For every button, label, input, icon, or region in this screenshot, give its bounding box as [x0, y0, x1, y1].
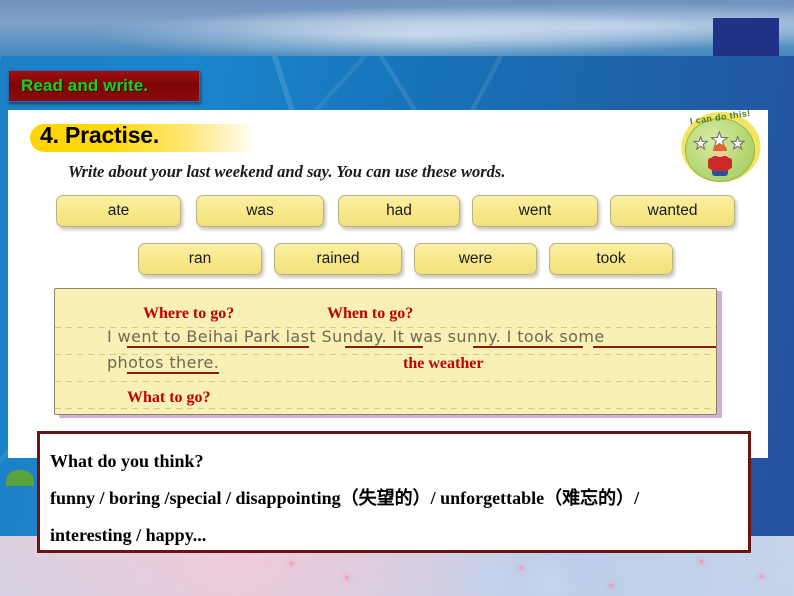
word-chip-label: rained [316, 250, 360, 267]
word-chip-label: ate [107, 202, 130, 219]
underline-where [127, 346, 309, 348]
annotation-where: Where to go? [143, 305, 235, 322]
word-chip-label: took [596, 250, 626, 267]
underline-when [345, 346, 423, 348]
underline-weather [473, 346, 583, 348]
star-icon: ★ [692, 134, 709, 154]
grass-decoration [6, 470, 34, 486]
content-panel: 4. Practise. Write about your last weeke… [8, 108, 768, 458]
sparkle [345, 576, 348, 579]
handwriting-line-1: I went to Beihai Park last Sunday. It wa… [107, 327, 605, 346]
slide-canvas: Read and write. 4. Practise. Write about… [0, 0, 794, 596]
instruction-text: Write about your last weekend and say. Y… [68, 162, 506, 181]
section-heading: 4. Practise. [40, 122, 160, 148]
word-chip-label: had [386, 202, 412, 219]
think-box-adjectives-continued: interesting / happy... [50, 525, 207, 545]
word-chip[interactable]: were [414, 243, 537, 275]
sparkle [290, 562, 293, 565]
word-chip[interactable]: went [472, 195, 598, 227]
student-figure-icon [708, 144, 732, 176]
navy-accent-block [713, 18, 779, 56]
sparkle [610, 584, 613, 587]
word-chip[interactable]: ate [56, 195, 181, 227]
sparkle [700, 560, 703, 563]
sparkle [760, 575, 763, 578]
think-box-adjectives: funny / boring /special / disappointing（… [50, 488, 640, 508]
word-chip-label: went [518, 202, 552, 219]
sparkle [520, 566, 523, 569]
annotation-when: When to go? [327, 305, 414, 322]
writing-sample-notepad: Where to go? When to go? I went to Beiha… [54, 288, 717, 415]
word-chip[interactable]: wanted [610, 195, 735, 227]
i-can-do-this-badge: I can do this! ★ ★ ★ [673, 106, 769, 186]
word-chip[interactable]: had [338, 195, 460, 227]
word-chip-label: wanted [647, 202, 698, 219]
annotation-what: What to go? [127, 389, 211, 406]
star-icon: ★ [729, 134, 746, 154]
read-and-write-tab[interactable]: Read and write. [8, 70, 200, 102]
annotation-weather: the weather [403, 355, 484, 372]
word-chip-label: ran [188, 250, 212, 267]
handwriting-line-2: photos there. [107, 353, 220, 372]
word-chip-label: were [458, 250, 493, 267]
word-chip[interactable]: rained [274, 243, 402, 275]
think-box-heading: What do you think? [50, 451, 204, 471]
word-chip[interactable]: ran [138, 243, 262, 275]
header-haze [0, 0, 794, 58]
underline-what-2 [127, 372, 219, 374]
underline-what [593, 346, 716, 348]
read-and-write-tab-label: Read and write. [21, 76, 149, 95]
what-do-you-think-box: What do you think? funny / boring /speci… [37, 431, 751, 553]
word-chip[interactable]: took [549, 243, 673, 275]
word-chip-label: was [246, 202, 274, 219]
word-chip[interactable]: was [196, 195, 324, 227]
